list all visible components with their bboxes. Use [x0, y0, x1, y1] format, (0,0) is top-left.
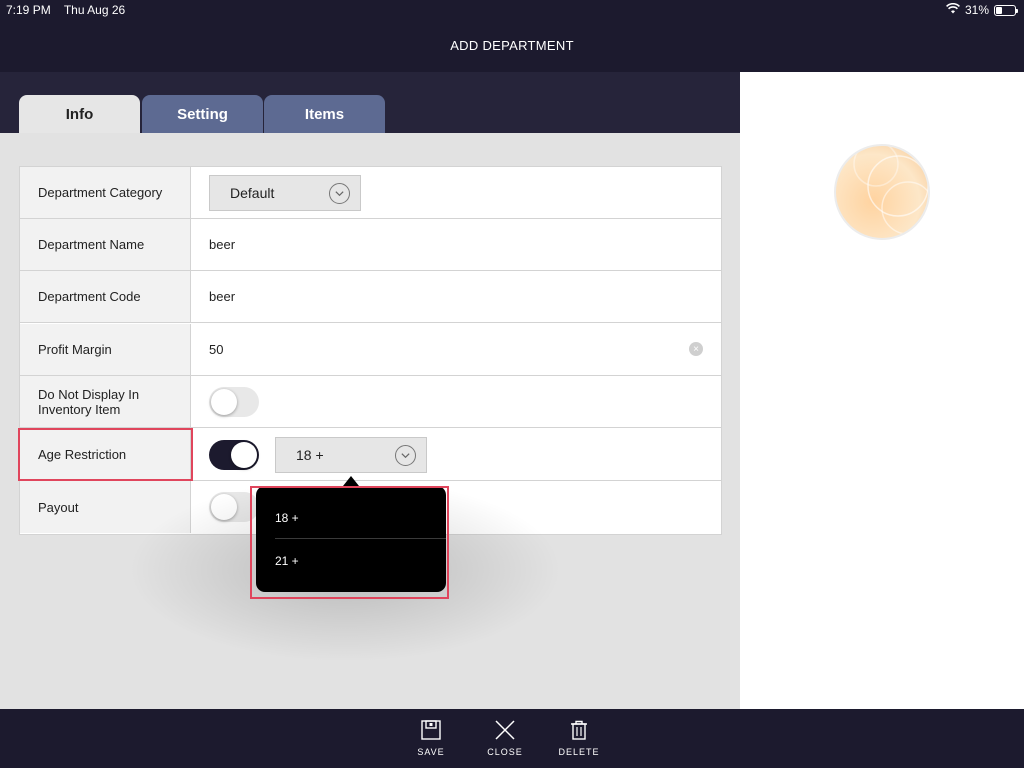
- department-name-label: Department Name: [20, 219, 191, 270]
- image-pattern-icon: [853, 146, 928, 235]
- status-bar-left: 7:19 PM Thu Aug 26: [6, 3, 135, 17]
- profit-margin-label: Profit Margin: [20, 324, 191, 375]
- bottom-toolbar: SAVE CLOSE DELETE: [0, 709, 1024, 768]
- row-age-restriction: Age Restriction 18 +: [20, 429, 721, 481]
- age-dropdown-menu: 18 + 21 +: [256, 486, 446, 592]
- row-do-not-display: Do Not Display In Inventory Item: [20, 376, 721, 428]
- toggle-knob: [211, 389, 237, 415]
- row-department-code: Department Code beer: [20, 271, 721, 323]
- department-image[interactable]: [834, 144, 930, 240]
- battery-fill: [996, 6, 1002, 14]
- tab-items[interactable]: Items: [264, 95, 385, 133]
- status-bar-right: 31%: [946, 2, 1018, 17]
- popup-divider: [275, 538, 446, 539]
- department-category-value: Default: [230, 185, 275, 201]
- close-button[interactable]: CLOSE: [470, 719, 540, 757]
- status-date: Thu Aug 26: [63, 3, 126, 17]
- battery-percent: 31%: [964, 3, 989, 17]
- delete-button[interactable]: DELETE: [544, 719, 614, 757]
- toggle-knob: [231, 442, 257, 468]
- delete-label: DELETE: [558, 747, 600, 757]
- do-not-display-toggle[interactable]: [209, 387, 259, 417]
- age-restriction-value: 18 +: [296, 447, 324, 463]
- age-restriction-toggle[interactable]: [209, 440, 259, 470]
- do-not-display-label: Do Not Display In Inventory Item: [20, 376, 191, 427]
- clear-icon[interactable]: ×: [689, 342, 703, 356]
- payout-label: Payout: [20, 481, 191, 533]
- save-button[interactable]: SAVE: [396, 719, 466, 757]
- department-name-field[interactable]: beer: [209, 219, 235, 270]
- department-category-select[interactable]: Default: [209, 175, 361, 211]
- top-bar: 7:19 PM Thu Aug 26 31% ADD DEPARTMENT: [0, 0, 1024, 72]
- chevron-down-icon: [395, 445, 416, 466]
- age-restriction-label: Age Restriction: [20, 429, 191, 480]
- image-panel: [740, 72, 1024, 709]
- department-code-field[interactable]: beer: [209, 271, 235, 322]
- payout-toggle[interactable]: [209, 492, 259, 522]
- row-department-name: Department Name beer: [20, 219, 721, 271]
- age-option-18[interactable]: 18 +: [256, 497, 446, 539]
- row-profit-margin: Profit Margin 50 ×: [20, 324, 721, 376]
- do-not-display-label-line2: Inventory Item: [38, 401, 121, 417]
- department-code-label: Department Code: [20, 271, 191, 322]
- save-label: SAVE: [417, 747, 445, 757]
- tab-setting[interactable]: Setting: [142, 95, 263, 133]
- age-restriction-select[interactable]: 18 +: [275, 437, 427, 473]
- popup-arrow: [343, 476, 359, 486]
- close-label: CLOSE: [487, 747, 523, 757]
- wifi-icon: [946, 2, 960, 17]
- status-time: 7:19 PM: [6, 3, 51, 17]
- tab-info[interactable]: Info: [19, 95, 140, 133]
- age-option-21[interactable]: 21 +: [256, 540, 446, 582]
- row-department-category: Department Category Default: [20, 167, 721, 219]
- trash-icon: [571, 720, 587, 740]
- do-not-display-label-line1: Do Not Display In: [38, 386, 140, 402]
- save-icon: [421, 720, 441, 740]
- department-category-label: Department Category: [20, 167, 191, 218]
- page-title: ADD DEPARTMENT: [450, 38, 574, 53]
- department-form: Department Category Default Department N…: [19, 166, 722, 535]
- close-icon: [495, 720, 515, 740]
- profit-margin-field[interactable]: 50: [209, 324, 223, 375]
- chevron-down-icon: [329, 183, 350, 204]
- toggle-knob: [211, 494, 237, 520]
- battery-icon: [994, 4, 1018, 16]
